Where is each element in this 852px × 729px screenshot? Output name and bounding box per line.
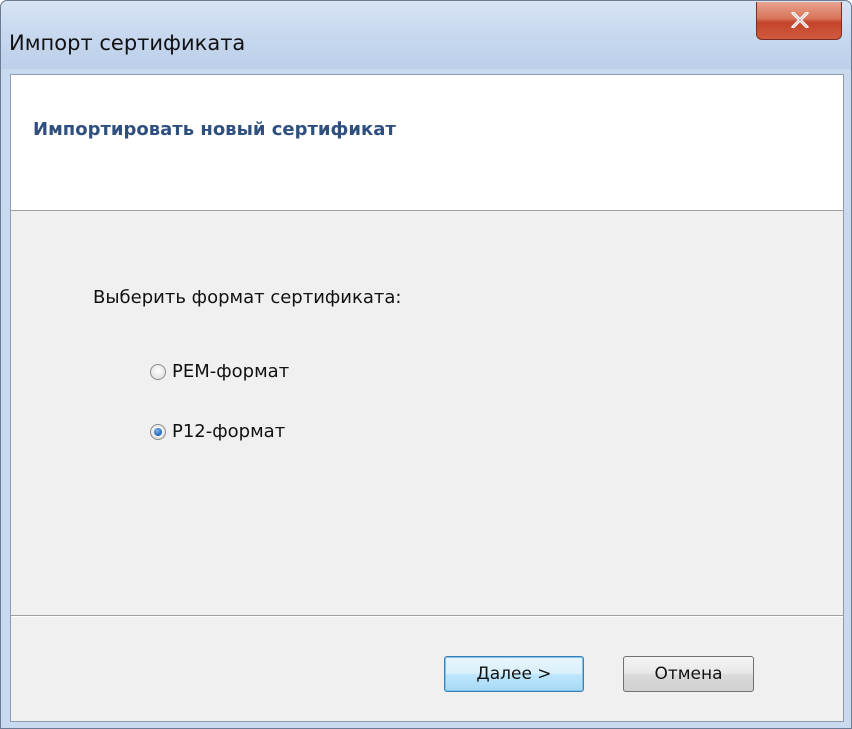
radio-button-checked[interactable] — [150, 423, 166, 440]
dialog-client-area: Импортировать новый сертификат Выберить … — [10, 74, 844, 722]
close-button[interactable] — [756, 2, 842, 40]
import-certificate-dialog: Импорт сертификата Импортировать новый с… — [0, 0, 852, 729]
radio-label-pem: PEM-формат — [172, 361, 290, 382]
next-button[interactable]: Далее > — [444, 656, 584, 692]
radio-pem-format[interactable]: PEM-формат — [150, 361, 289, 382]
radio-label-p12: P12-формат — [172, 421, 286, 442]
radio-p12-format[interactable]: P12-формат — [150, 421, 285, 442]
close-icon — [791, 12, 809, 28]
footer-separator — [11, 615, 843, 617]
window-title: Импорт сертификата — [9, 31, 246, 55]
title-bar[interactable]: Импорт сертификата — [1, 1, 851, 69]
radio-button-unchecked[interactable] — [150, 363, 166, 380]
format-prompt: Выберить формат сертификата: — [93, 287, 402, 308]
wizard-header: Импортировать новый сертификат — [11, 75, 843, 211]
wizard-title: Импортировать новый сертификат — [33, 119, 396, 140]
cancel-button[interactable]: Отмена — [623, 656, 754, 692]
